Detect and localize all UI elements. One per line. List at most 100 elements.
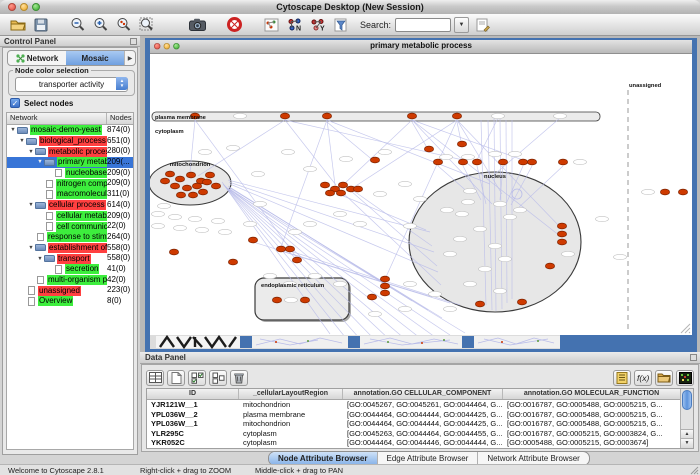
birdseye-icon[interactable] (262, 16, 281, 34)
zoom-out-icon[interactable] (68, 16, 87, 34)
network-canvas[interactable]: plasma membranecytoplasmmitochondrionnuc… (150, 54, 692, 335)
graph-node[interactable] (367, 294, 376, 300)
table-column-header[interactable]: _cellularLayoutRegion (239, 389, 343, 399)
graph-node[interactable] (300, 297, 309, 303)
network-view-window[interactable]: primary metabolic process plasma membran… (145, 38, 697, 352)
graph-node[interactable] (424, 146, 433, 152)
graph-node[interactable] (380, 290, 389, 296)
graph-node[interactable] (407, 113, 416, 119)
graph-node[interactable] (545, 263, 554, 269)
graph-node[interactable] (353, 186, 362, 192)
zoom-in-icon[interactable] (91, 16, 110, 34)
view-minimize-button[interactable] (164, 43, 170, 49)
graph-node[interactable] (202, 179, 211, 185)
graph-node[interactable] (205, 172, 214, 178)
tree-row[interactable]: secretion41(0) (7, 264, 133, 275)
graph-node[interactable] (338, 182, 347, 188)
table-row[interactable]: YPL036W__2plasma membrane[GO:0044464, GO… (147, 410, 693, 420)
graph-node[interactable] (660, 189, 669, 195)
table-column-header[interactable]: annotation.GO CELLULAR_COMPONENT (343, 389, 503, 399)
graph-node[interactable] (517, 299, 526, 305)
table-scrollbar[interactable]: ▲ ▼ (680, 389, 693, 448)
search-dropdown-button[interactable]: ▼ (454, 17, 469, 33)
zoom-selected-icon[interactable] (114, 16, 133, 34)
tree-row[interactable]: ▼metabolic process280(0) (7, 146, 133, 157)
graph-node[interactable] (557, 231, 566, 237)
graph-node[interactable] (188, 192, 197, 198)
select-nodes-checkbox[interactable]: ✓ (10, 98, 20, 108)
search-config-icon[interactable] (473, 16, 492, 34)
tab-overflow-arrow[interactable]: ▶ (124, 51, 135, 65)
minimized-views-strip[interactable] (150, 335, 692, 349)
expander-icon[interactable]: ▼ (36, 256, 44, 262)
attribute-table-icon[interactable] (146, 370, 164, 386)
graph-node[interactable] (182, 185, 191, 191)
unselect-attributes-icon[interactable] (209, 370, 227, 386)
table-row[interactable]: YKR052Ccytoplasm[GO:0044464, GO:0044446,… (147, 438, 693, 448)
graph-node[interactable] (322, 113, 331, 119)
vizmapper-icon[interactable]: N (285, 16, 304, 34)
search-input[interactable] (395, 18, 451, 32)
tree-row[interactable]: unassigned223(0) (7, 285, 133, 296)
graph-node[interactable] (285, 246, 294, 252)
graph-node[interactable] (498, 159, 507, 165)
graph-node[interactable] (228, 259, 237, 265)
graph-node[interactable] (292, 257, 301, 263)
graph-node[interactable] (320, 182, 329, 188)
tree-row[interactable]: ▼mosaic-demo-yeast874(0) (7, 125, 133, 136)
graph-node[interactable] (527, 159, 536, 165)
graph-node[interactable] (457, 141, 466, 147)
view-maximize-button[interactable] (173, 43, 179, 49)
table-row[interactable]: YLR295Ccytoplasm[GO:0045263, GO:0044464,… (147, 429, 693, 439)
graph-node[interactable] (472, 159, 481, 165)
graph-node[interactable] (380, 276, 389, 282)
table-column-header[interactable]: ID (147, 389, 239, 399)
delete-attribute-icon[interactable] (230, 370, 248, 386)
tree-header-nodes[interactable]: Nodes (107, 113, 132, 124)
expander-icon[interactable]: ▼ (27, 149, 35, 155)
graph-node[interactable] (558, 159, 567, 165)
graph-node[interactable] (475, 301, 484, 307)
tree-row[interactable]: ▼biological_process651(0) (7, 136, 133, 147)
table-row[interactable]: YJR121W__1mitochondrion[GO:0045267, GO:0… (147, 400, 693, 410)
graph-node[interactable] (557, 223, 566, 229)
graph-node[interactable] (198, 189, 207, 195)
tab-network[interactable]: Network (8, 51, 66, 65)
graph-node[interactable] (276, 246, 285, 252)
expander-icon[interactable]: ▼ (36, 159, 44, 165)
save-icon[interactable] (31, 16, 50, 34)
import-attributes-icon[interactable] (655, 370, 673, 386)
tree-row[interactable]: multi-organism pro42(0) (7, 275, 133, 286)
graph-node[interactable] (165, 171, 174, 177)
new-attribute-icon[interactable] (167, 370, 185, 386)
graph-node[interactable] (458, 159, 467, 165)
resize-grip-icon[interactable] (677, 320, 691, 334)
snapshot-icon[interactable] (188, 16, 207, 34)
graph-node[interactable] (160, 178, 169, 184)
graph-node[interactable] (370, 157, 379, 163)
table-column-header[interactable]: annotation.GO MOLECULAR_FUNCTION (503, 389, 681, 399)
graph-node[interactable] (336, 190, 345, 196)
select-attributes-icon[interactable] (188, 370, 206, 386)
table-row[interactable]: YPL036W__1mitochondrion[GO:0044464, GO:0… (147, 419, 693, 429)
attribute-list-icon[interactable] (613, 370, 631, 386)
scrollbar-thumb[interactable] (682, 390, 692, 410)
graph-node[interactable] (678, 189, 687, 195)
help-icon[interactable] (225, 16, 244, 34)
expander-icon[interactable]: ▼ (27, 202, 35, 208)
data-panel-float-icon[interactable] (690, 354, 697, 361)
graph-node[interactable] (452, 113, 461, 119)
zoom-fit-icon[interactable] (137, 16, 156, 34)
graph-node[interactable] (176, 192, 185, 198)
function-builder-icon[interactable]: f(x) (634, 370, 652, 386)
open-icon[interactable] (8, 16, 27, 34)
expander-icon[interactable]: ▼ (9, 127, 17, 133)
graph-node[interactable] (169, 249, 178, 255)
matrix-view-icon[interactable] (676, 370, 694, 386)
tree-row[interactable]: ▼primary metabo209(... (7, 157, 133, 168)
tree-header-network[interactable]: Network (7, 113, 107, 124)
expander-icon[interactable]: ▼ (18, 138, 26, 144)
graph-node[interactable] (280, 113, 289, 119)
view-close-button[interactable] (154, 43, 160, 49)
tree-row[interactable]: ▼establishment of lo558(0) (7, 243, 133, 254)
